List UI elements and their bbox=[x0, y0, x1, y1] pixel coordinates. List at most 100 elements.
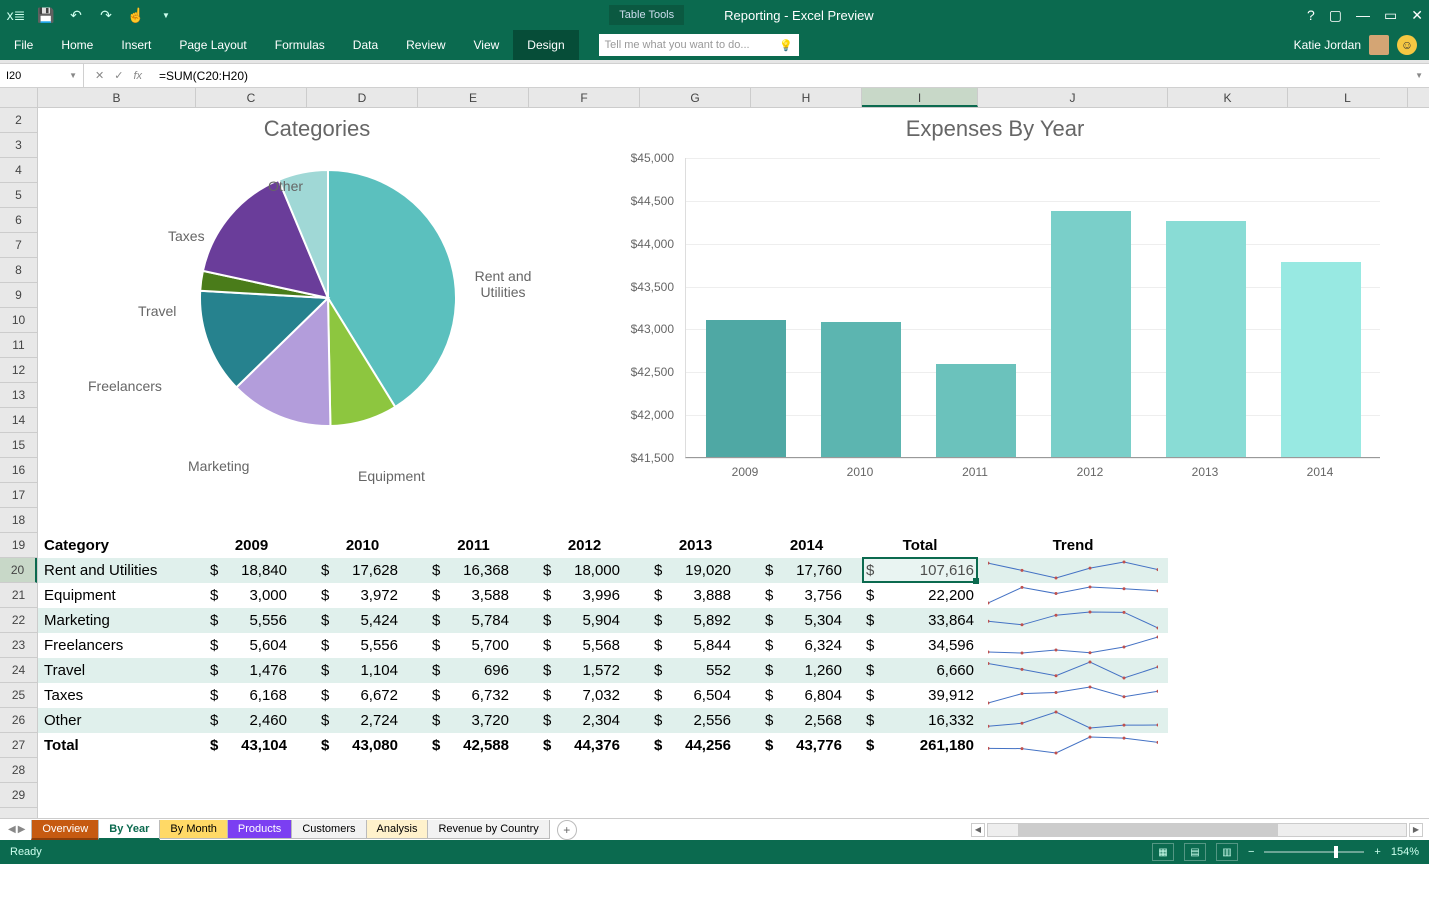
save-icon[interactable]: 💾 bbox=[36, 5, 56, 25]
row-header-17[interactable]: 17 bbox=[0, 483, 37, 508]
col-header-F[interactable]: F bbox=[529, 88, 640, 107]
hscroll-right-icon[interactable]: ▶ bbox=[1409, 823, 1423, 837]
horizontal-scrollbar[interactable] bbox=[987, 823, 1407, 837]
row-header-19[interactable]: 19 bbox=[0, 533, 37, 558]
row-header-8[interactable]: 8 bbox=[0, 258, 37, 283]
zoom-out-icon[interactable]: − bbox=[1248, 846, 1254, 858]
row-header-5[interactable]: 5 bbox=[0, 183, 37, 208]
col-header-G[interactable]: G bbox=[640, 88, 751, 107]
table-total-row[interactable]: Total$43,104$43,080$42,588$44,376$44,256… bbox=[38, 733, 1168, 758]
col-header-B[interactable]: B bbox=[38, 88, 196, 107]
avatar[interactable] bbox=[1369, 35, 1389, 55]
hscroll-left-icon[interactable]: ◀ bbox=[971, 823, 985, 837]
sheet-tab-revenue[interactable]: Revenue by Country bbox=[427, 820, 549, 839]
feedback-smile-icon[interactable]: ☺ bbox=[1397, 35, 1417, 55]
col-header-K[interactable]: K bbox=[1168, 88, 1288, 107]
tab-scroll-left-icon[interactable]: ◀ bbox=[8, 824, 16, 835]
formula-input[interactable]: =SUM(C20:H20) bbox=[153, 64, 1409, 87]
tellme-search[interactable]: Tell me what you want to do... 💡 bbox=[599, 34, 799, 56]
row-header-22[interactable]: 22 bbox=[0, 608, 37, 633]
row-header-18[interactable]: 18 bbox=[0, 508, 37, 533]
user-name[interactable]: Katie Jordan bbox=[1294, 38, 1361, 52]
row-header-7[interactable]: 7 bbox=[0, 233, 37, 258]
ribbon-display-icon[interactable]: ▢ bbox=[1329, 7, 1342, 24]
tab-scroll-right-icon[interactable]: ▶ bbox=[18, 824, 26, 835]
table-row[interactable]: Equipment$3,000$3,972$3,588$3,996$3,888$… bbox=[38, 583, 1168, 608]
help-icon[interactable]: ? bbox=[1307, 7, 1315, 23]
col-header-I[interactable]: I bbox=[862, 88, 978, 107]
row-header-3[interactable]: 3 bbox=[0, 133, 37, 158]
row-header-13[interactable]: 13 bbox=[0, 383, 37, 408]
row-header-15[interactable]: 15 bbox=[0, 433, 37, 458]
table-row[interactable]: Freelancers$5,604$5,556$5,700$5,568$5,84… bbox=[38, 633, 1168, 658]
cancel-formula-icon[interactable]: ✕ bbox=[92, 69, 107, 82]
col-header-J[interactable]: J bbox=[978, 88, 1168, 107]
tab-data[interactable]: Data bbox=[339, 30, 392, 60]
table-row[interactable]: Travel$1,476$1,104$696$1,572$552$1,260$6… bbox=[38, 658, 1168, 683]
sheet-tab-customers[interactable]: Customers bbox=[291, 820, 366, 839]
row-header-28[interactable]: 28 bbox=[0, 758, 37, 783]
table-row[interactable]: Taxes$6,168$6,672$6,732$7,032$6,504$6,80… bbox=[38, 683, 1168, 708]
col-header-D[interactable]: D bbox=[307, 88, 418, 107]
minimize-icon[interactable]: — bbox=[1356, 7, 1370, 23]
table-row[interactable]: Marketing$5,556$5,424$5,784$5,904$5,892$… bbox=[38, 608, 1168, 633]
sheet-tab-by-month[interactable]: By Month bbox=[159, 820, 227, 839]
view-page-layout-icon[interactable]: ▤ bbox=[1184, 843, 1206, 861]
add-sheet-button[interactable]: + bbox=[557, 820, 577, 840]
row-header-29[interactable]: 29 bbox=[0, 783, 37, 808]
tab-file[interactable]: File bbox=[0, 30, 47, 60]
fx-icon[interactable]: fx bbox=[130, 70, 145, 82]
view-page-break-icon[interactable]: ▥ bbox=[1216, 843, 1238, 861]
redo-icon[interactable]: ↷ bbox=[96, 5, 116, 25]
data-table[interactable]: Category200920102011201220132014TotalTre… bbox=[38, 533, 1168, 758]
tab-home[interactable]: Home bbox=[47, 30, 107, 60]
row-header-21[interactable]: 21 bbox=[0, 583, 37, 608]
bar-chart[interactable]: Expenses By Year $41,500$42,000$42,500$4… bbox=[600, 108, 1390, 503]
row-header-10[interactable]: 10 bbox=[0, 308, 37, 333]
row-header-2[interactable]: 2 bbox=[0, 108, 37, 133]
row-header-23[interactable]: 23 bbox=[0, 633, 37, 658]
row-header-26[interactable]: 26 bbox=[0, 708, 37, 733]
row-header-27[interactable]: 27 bbox=[0, 733, 37, 758]
close-icon[interactable]: ✕ bbox=[1411, 7, 1423, 24]
zoom-level[interactable]: 154% bbox=[1391, 846, 1419, 858]
sheet-tab-products[interactable]: Products bbox=[227, 820, 292, 839]
row-header-12[interactable]: 12 bbox=[0, 358, 37, 383]
qat-dropdown-icon[interactable]: ▼ bbox=[156, 5, 176, 25]
row-header-24[interactable]: 24 bbox=[0, 658, 37, 683]
name-box-dropdown-icon[interactable]: ▼ bbox=[69, 71, 77, 80]
name-box[interactable]: I20 ▼ bbox=[0, 64, 84, 87]
zoom-in-icon[interactable]: + bbox=[1374, 846, 1380, 858]
formula-expand-icon[interactable]: ▼ bbox=[1409, 71, 1429, 80]
undo-icon[interactable]: ↶ bbox=[66, 5, 86, 25]
row-header-9[interactable]: 9 bbox=[0, 283, 37, 308]
table-row[interactable]: Other$2,460$2,724$3,720$2,304$2,556$2,56… bbox=[38, 708, 1168, 733]
maximize-icon[interactable]: ▭ bbox=[1384, 7, 1397, 24]
cells-area[interactable]: Categories Rent and UtilitiesEquipmentMa… bbox=[38, 108, 1429, 818]
row-header-16[interactable]: 16 bbox=[0, 458, 37, 483]
sheet-tab-by-year[interactable]: By Year bbox=[98, 820, 160, 840]
touch-icon[interactable]: ☝ bbox=[126, 5, 146, 25]
sheet-tab-analysis[interactable]: Analysis bbox=[366, 820, 429, 839]
col-header-E[interactable]: E bbox=[418, 88, 529, 107]
tab-design[interactable]: Design bbox=[513, 30, 578, 60]
pie-chart[interactable]: Categories Rent and UtilitiesEquipmentMa… bbox=[38, 108, 596, 503]
col-header-H[interactable]: H bbox=[751, 88, 862, 107]
col-header-L[interactable]: L bbox=[1288, 88, 1408, 107]
row-header-20[interactable]: 20 bbox=[0, 558, 37, 583]
tab-review[interactable]: Review bbox=[392, 30, 459, 60]
row-header-4[interactable]: 4 bbox=[0, 158, 37, 183]
zoom-slider[interactable] bbox=[1264, 851, 1364, 853]
row-header-14[interactable]: 14 bbox=[0, 408, 37, 433]
select-all-corner[interactable] bbox=[0, 88, 38, 107]
tab-page-layout[interactable]: Page Layout bbox=[165, 30, 260, 60]
view-normal-icon[interactable]: ▦ bbox=[1152, 843, 1174, 861]
table-row[interactable]: Rent and Utilities$18,840$17,628$16,368$… bbox=[38, 558, 1168, 583]
row-header-11[interactable]: 11 bbox=[0, 333, 37, 358]
enter-formula-icon[interactable]: ✓ bbox=[111, 69, 126, 82]
tab-formulas[interactable]: Formulas bbox=[261, 30, 339, 60]
sheet-tab-overview[interactable]: Overview bbox=[31, 820, 99, 840]
tab-view[interactable]: View bbox=[460, 30, 514, 60]
col-header-C[interactable]: C bbox=[196, 88, 307, 107]
row-header-25[interactable]: 25 bbox=[0, 683, 37, 708]
